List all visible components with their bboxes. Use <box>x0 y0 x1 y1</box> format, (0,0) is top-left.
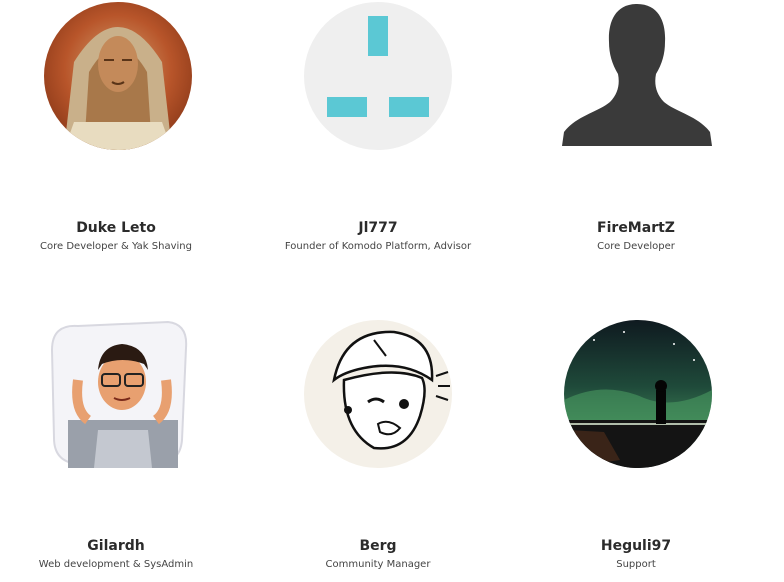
cartoon-winking-avatar <box>304 320 452 468</box>
painted-portrait-avatar <box>44 2 192 150</box>
member-role: Community Manager <box>325 559 431 570</box>
member-role: Web development & SysAdmin <box>38 559 194 570</box>
aurora-night-avatar <box>564 320 712 468</box>
member-role: Core Developer <box>597 241 675 252</box>
member-role: Support <box>616 559 656 570</box>
member-name: Heguli97 <box>600 538 672 554</box>
silhouette-avatar <box>562 2 712 150</box>
member-role: Founder of Komodo Platform, Advisor <box>284 241 472 252</box>
member-name: Berg <box>359 538 397 554</box>
member-name: Jl777 <box>358 220 398 236</box>
member-role: Core Developer & Yak Shaving <box>40 241 192 252</box>
bitmoji-relaxing-avatar <box>48 320 196 468</box>
member-name: FireMartZ <box>597 220 675 236</box>
member-name: Duke Leto <box>76 220 156 236</box>
member-name: Gilardh <box>87 538 145 554</box>
plug-shape-avatar <box>304 2 452 150</box>
